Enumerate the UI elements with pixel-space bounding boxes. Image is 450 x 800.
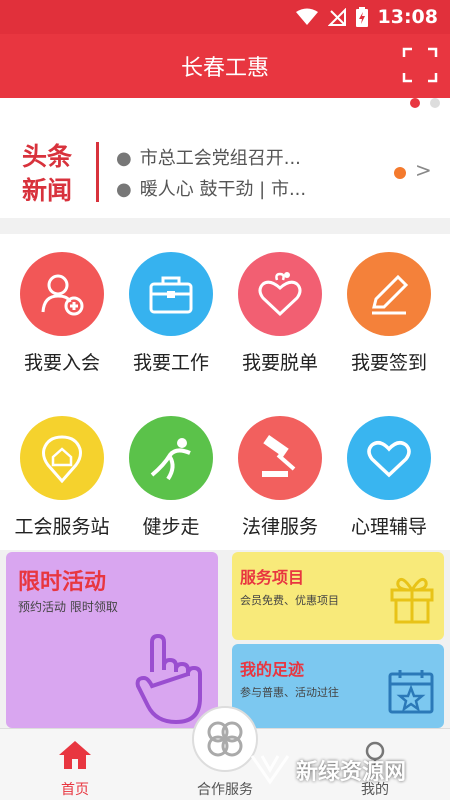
feature-label: 我要脱单 xyxy=(241,352,318,374)
app-title: 长春工惠 xyxy=(180,56,269,81)
clover-icon xyxy=(207,721,243,757)
headline-news[interactable]: 头条 新闻 ● 市总工会党组召开... ● 暖人心 鼓干劲 | 市... > xyxy=(0,118,450,218)
user-plus-icon xyxy=(20,252,104,336)
tab-home[interactable]: 首页 xyxy=(0,729,150,800)
gavel-icon xyxy=(238,416,322,500)
tab-label: 首页 xyxy=(61,782,89,798)
promo-limited-activity[interactable]: 限时活动 预约活动 限时领取 xyxy=(6,552,218,728)
hearts-icon xyxy=(238,252,322,336)
headline-item[interactable]: ● 市总工会党组召开... xyxy=(116,144,346,175)
gift-icon xyxy=(390,577,434,624)
promo-subtitle: 参与普惠、活动过往 xyxy=(240,686,339,699)
home-icon xyxy=(59,741,91,769)
feature-join-union[interactable]: 我要入会 xyxy=(6,238,118,388)
banner-edge xyxy=(0,98,450,120)
runner-icon xyxy=(129,416,213,500)
promo-services[interactable]: 服务项目 会员免费、优惠项目 xyxy=(232,552,444,640)
feature-label: 我要入会 xyxy=(23,352,100,374)
banner-dot xyxy=(430,98,440,108)
headline-item[interactable]: ● 暖人心 鼓干劲 | 市... xyxy=(116,175,346,206)
promo-subtitle: 预约活动 限时领取 xyxy=(18,600,118,614)
watermark: 新绿资源网 xyxy=(250,748,430,792)
headline-logo-line1: 头条 xyxy=(22,142,73,171)
headline-divider xyxy=(96,142,99,202)
feature-label: 法律服务 xyxy=(241,516,318,538)
feature-label: 我要工作 xyxy=(132,352,209,374)
feature-label: 工会服务站 xyxy=(14,516,110,538)
headline-more-arrow[interactable]: > xyxy=(415,158,432,182)
headline-logo-line2: 新闻 xyxy=(22,176,73,205)
feature-dating[interactable]: 我要脱单 xyxy=(224,238,336,388)
wifi-icon xyxy=(295,8,318,25)
headline-list: ● 市总工会党组召开... ● 暖人心 鼓干劲 | 市... xyxy=(116,144,346,206)
feature-legal-service[interactable]: 法律服务 xyxy=(224,402,336,552)
briefcase-icon xyxy=(129,252,213,336)
feature-grid: 我要入会 我要工作 我要脱单 我要签到 工会服务站 健步走 法律服务 心理辅导 xyxy=(0,234,450,550)
feature-walking[interactable]: 健步走 xyxy=(115,402,227,552)
partner-services-button[interactable] xyxy=(192,706,258,772)
calendar-star-icon xyxy=(388,670,434,714)
promo-title: 服务项目 xyxy=(240,568,305,587)
app-header: 长春工惠 xyxy=(0,34,450,98)
watermark-logo-icon xyxy=(250,755,290,785)
feature-service-station[interactable]: 工会服务站 xyxy=(6,402,118,552)
promo-subtitle: 会员免费、优惠项目 xyxy=(240,594,339,607)
promo-title: 限时活动 xyxy=(18,570,107,595)
status-time: 13:08 xyxy=(377,6,438,28)
feature-check-in[interactable]: 我要签到 xyxy=(333,238,445,388)
battery-charging-icon xyxy=(355,7,368,27)
pencil-icon xyxy=(347,252,431,336)
headline-logo: 头条 新闻 xyxy=(22,140,72,208)
feature-label: 心理辅导 xyxy=(350,516,427,538)
home-pin-icon xyxy=(20,416,104,500)
promo-title: 我的足迹 xyxy=(240,660,305,679)
feature-counseling[interactable]: 心理辅导 xyxy=(333,402,445,552)
headline-indicator xyxy=(394,167,406,179)
headline-text: 市总工会党组召开... xyxy=(139,148,301,169)
watermark-text: 新绿资源网 xyxy=(296,760,407,785)
feature-find-job[interactable]: 我要工作 xyxy=(115,238,227,388)
banner-dot-active xyxy=(410,98,420,108)
status-bar: 13:08 xyxy=(0,0,450,34)
heart-icon xyxy=(347,416,431,500)
headline-text: 暖人心 鼓干劲 | 市... xyxy=(139,179,307,200)
tap-hand-icon xyxy=(135,633,202,725)
feature-label: 健步走 xyxy=(142,516,200,538)
promo-my-footprint[interactable]: 我的足迹 参与普惠、活动过往 xyxy=(232,644,444,728)
feature-label: 我要签到 xyxy=(350,352,427,374)
scan-icon[interactable] xyxy=(402,47,438,83)
no-signal-icon xyxy=(327,8,346,26)
